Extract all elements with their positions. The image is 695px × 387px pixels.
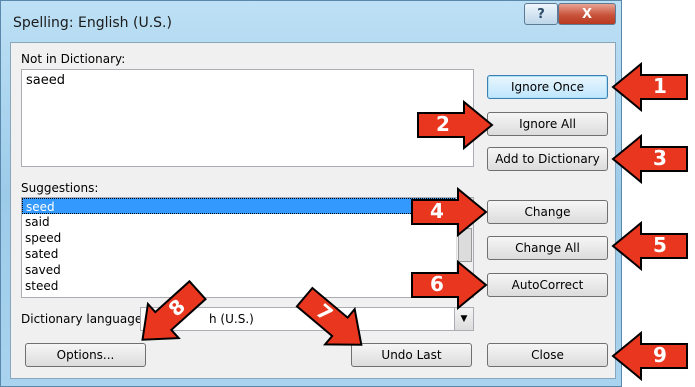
callout-arrow-6: 6 xyxy=(411,259,488,311)
suggestion-item[interactable]: saved xyxy=(22,262,473,278)
callout-arrow-4: 4 xyxy=(411,186,488,238)
window-close-button[interactable]: X xyxy=(558,3,616,25)
callout-number: 1 xyxy=(653,74,667,98)
close-icon: X xyxy=(581,6,593,22)
not-in-dictionary-label: Not in Dictionary: xyxy=(21,52,126,66)
window-title: Spelling: English (U.S.) xyxy=(13,15,172,31)
undo-last-button[interactable]: Undo Last xyxy=(351,343,472,367)
suggestions-list[interactable]: seed said speed sated saved steed xyxy=(21,197,474,298)
callout-number: 6 xyxy=(430,272,444,296)
change-all-button[interactable]: Change All xyxy=(487,236,608,260)
autocorrect-button[interactable]: AutoCorrect xyxy=(487,273,608,297)
change-button[interactable]: Change xyxy=(487,200,608,224)
callout-arrow-2: 2 xyxy=(417,99,494,151)
title-bar[interactable]: Spelling: English (U.S.) ? X xyxy=(1,1,623,41)
suggestion-item[interactable]: steed xyxy=(22,278,473,294)
suggestion-item[interactable]: seed xyxy=(22,198,473,214)
suggestion-item[interactable]: speed xyxy=(22,230,473,246)
callout-number: 5 xyxy=(653,233,667,257)
ignore-all-button[interactable]: Ignore All xyxy=(487,112,608,136)
callout-arrow-1: 1 xyxy=(611,61,688,113)
help-button[interactable]: ? xyxy=(524,3,558,25)
callout-arrow-5: 5 xyxy=(611,220,688,272)
callout-number: 4 xyxy=(430,199,444,223)
suggestion-item[interactable]: sated xyxy=(22,246,473,262)
callout-arrow-3: 3 xyxy=(611,133,688,185)
callout-number: 3 xyxy=(653,146,667,170)
help-icon: ? xyxy=(537,6,545,22)
misspelled-word: saeed xyxy=(26,73,65,88)
not-in-dictionary-field[interactable]: saeed xyxy=(21,69,474,167)
callout-number: 9 xyxy=(653,343,667,367)
callout-arrow-9: 9 xyxy=(611,330,688,382)
suggestion-item[interactable]: said xyxy=(22,214,473,230)
chevron-down-icon[interactable]: ▼ xyxy=(454,308,473,330)
ignore-once-button[interactable]: Ignore Once xyxy=(487,75,608,99)
options-button[interactable]: Options... xyxy=(25,343,146,367)
close-button[interactable]: Close xyxy=(487,343,608,367)
callout-number: 2 xyxy=(436,112,450,136)
dictionary-language-value: h (U.S.) xyxy=(209,312,254,326)
suggestions-label: Suggestions: xyxy=(21,181,99,195)
add-to-dictionary-button[interactable]: Add to Dictionary xyxy=(487,147,608,171)
